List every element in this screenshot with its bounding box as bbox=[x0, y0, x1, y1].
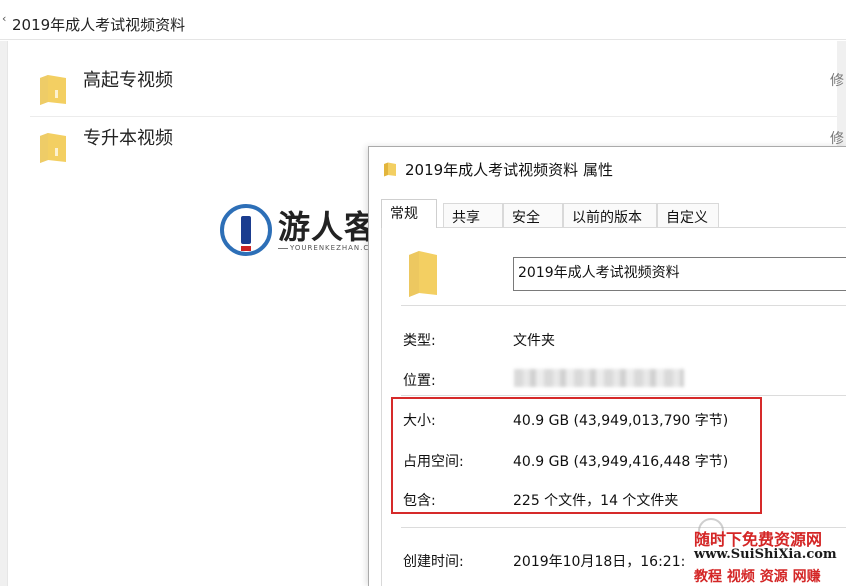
properties-dialog: 2019年成人考试视频资料 属性 常规 共享 安全 以前的版本 自定义 2019… bbox=[368, 146, 846, 586]
tab-customize[interactable]: 自定义 bbox=[657, 203, 719, 227]
highlight-box bbox=[391, 397, 762, 514]
folder-icon bbox=[38, 130, 68, 164]
list-item[interactable]: 高起专视频 修 bbox=[30, 60, 844, 116]
logo-badge-icon bbox=[220, 204, 272, 256]
location-label: 位置: bbox=[403, 373, 436, 389]
tab-security[interactable]: 安全 bbox=[503, 203, 563, 227]
site-watermark-line3: 教程 视频 资源 网赚 bbox=[694, 569, 821, 585]
divider bbox=[401, 395, 846, 396]
divider bbox=[401, 305, 846, 306]
modified-column-text: 修 bbox=[830, 131, 844, 147]
type-label: 类型: bbox=[403, 333, 436, 349]
address-bar[interactable]: ‹ 2019年成人考试视频资料 bbox=[0, 0, 846, 40]
site-watermark: 随时下免费资源网 www.SuiShiXia.com 教程 视频 资源 网赚 bbox=[690, 518, 846, 586]
location-value-redacted bbox=[514, 369, 684, 387]
tab-sharing[interactable]: 共享 bbox=[443, 203, 503, 227]
chevron-left-icon[interactable]: ‹ bbox=[2, 12, 6, 25]
created-label: 创建时间: bbox=[403, 554, 464, 570]
navigation-pane bbox=[0, 41, 8, 586]
file-name[interactable]: 专升本视频 bbox=[83, 124, 173, 150]
dialog-title: 2019年成人考试视频资料 属性 bbox=[405, 161, 613, 179]
file-name[interactable]: 高起专视频 bbox=[83, 66, 173, 92]
tab-general[interactable]: 常规 bbox=[381, 199, 437, 228]
address-path[interactable]: 2019年成人考试视频资料 bbox=[12, 14, 185, 35]
type-value: 文件夹 bbox=[513, 333, 555, 349]
site-watermark-line2: www.SuiShiXia.com bbox=[694, 547, 837, 562]
folder-icon bbox=[38, 72, 68, 106]
folder-icon bbox=[407, 247, 439, 303]
row-divider bbox=[30, 116, 837, 117]
tab-previous-versions[interactable]: 以前的版本 bbox=[563, 203, 657, 227]
folder-icon bbox=[383, 161, 397, 181]
modified-column-text: 修 bbox=[830, 73, 844, 89]
folder-name-input[interactable]: 2019年成人考试视频资料 bbox=[513, 257, 846, 291]
created-value: 2019年10月18日，16:21: bbox=[513, 554, 686, 570]
tab-bar: 常规 共享 安全 以前的版本 自定义 bbox=[381, 199, 846, 228]
